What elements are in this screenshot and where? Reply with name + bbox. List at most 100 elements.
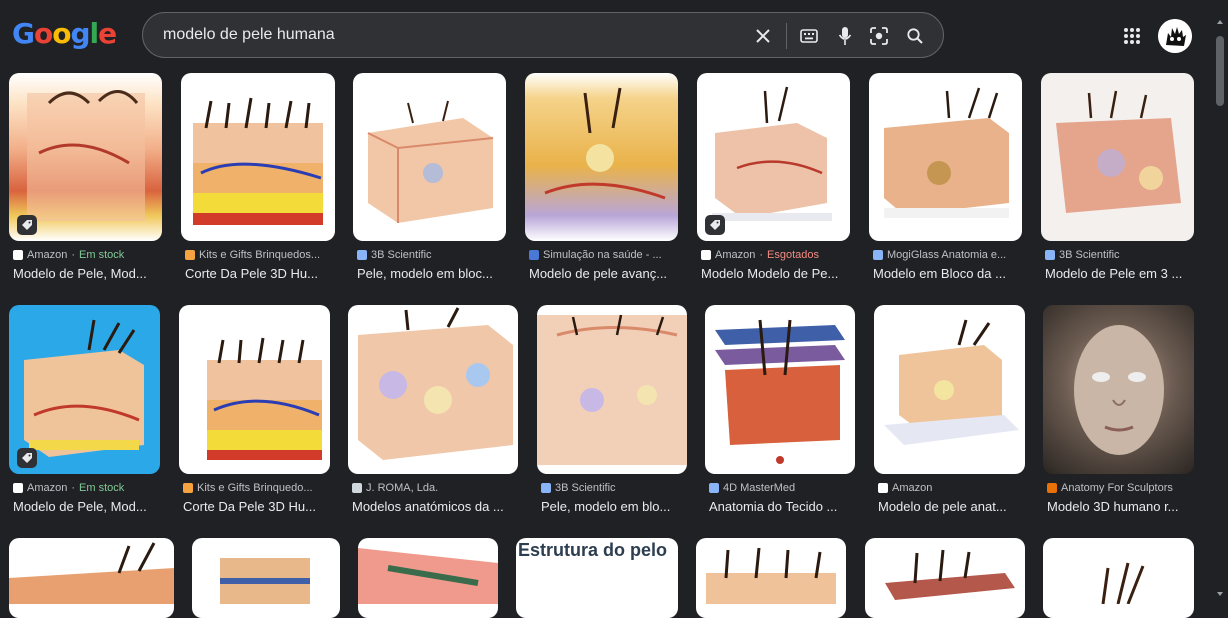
result-source[interactable]: Amazon · Em stock [13,482,163,494]
image-result[interactable]: Amazon · Em stock Modelo de Pele, Mod... [9,73,162,288]
result-thumbnail[interactable] [9,538,174,618]
result-title[interactable]: Modelo de Pele, Mod... [13,499,163,514]
result-thumbnail[interactable] [192,538,340,618]
result-source[interactable]: Simulação na saúde - ... [529,249,679,261]
thumbnail-caption: Estrutura do pelo [518,540,668,560]
result-source[interactable]: J. ROMA, Lda. [352,482,518,494]
image-result[interactable]: 3B Scientific Pele, modelo em blo... [537,305,687,520]
result-thumbnail[interactable] [358,538,498,618]
mastermed-favicon-icon [709,483,719,493]
image-result[interactable] [1043,538,1194,618]
mic-icon[interactable] [833,24,857,48]
result-source[interactable]: Amazon · Esgotados [701,249,851,261]
result-thumbnail[interactable] [869,73,1022,241]
result-thumbnail[interactable] [705,305,855,474]
image-result[interactable]: Kits e Gifts Brinquedos... Corte Da Pele… [181,73,335,288]
result-title[interactable]: Modelo Modelo de Pe... [701,266,851,281]
result-thumbnail[interactable] [181,73,335,241]
result-title[interactable]: Pele, modelo em blo... [541,499,687,514]
image-result[interactable]: 3B Scientific Pele, modelo em bloc... [353,73,506,288]
product-tag-icon [17,448,37,468]
result-thumbnail[interactable]: Estrutura do pelo [516,538,678,618]
scrollbar[interactable] [1212,8,1228,604]
result-title[interactable]: Pele, modelo em bloc... [357,266,507,281]
source-separator: · [71,249,76,261]
image-result[interactable] [192,538,340,618]
image-result[interactable] [865,538,1025,618]
result-thumbnail[interactable] [179,305,330,474]
result-source[interactable]: MogiGlass Anatomia e... [873,249,1023,261]
result-thumbnail[interactable] [1043,538,1194,618]
result-thumbnail[interactable] [537,305,687,474]
image-result[interactable]: 4D MasterMed Anatomia do Tecido ... [705,305,855,520]
result-thumbnail[interactable] [696,538,846,618]
result-thumbnail[interactable] [525,73,678,241]
image-result[interactable]: Amazon Modelo de pele anat... [874,305,1025,520]
result-thumbnail[interactable] [865,538,1025,618]
image-result[interactable]: Anatomy For Sculptors Modelo 3D humano r… [1043,305,1194,520]
image-result[interactable]: Kits e Gifts Brinquedo... Corte Da Pele … [179,305,330,520]
result-title[interactable]: Corte Da Pele 3D Hu... [183,499,333,514]
avatar[interactable] [1158,19,1192,53]
search-divider [786,23,787,49]
amazon-favicon-icon [13,483,23,493]
result-source[interactable]: 4D MasterMed [709,482,855,494]
result-title[interactable]: Anatomia do Tecido ... [709,499,855,514]
3b-scientific-favicon-icon [541,483,551,493]
close-icon[interactable] [751,24,775,48]
lens-icon[interactable] [867,24,891,48]
apps-grid-icon[interactable] [1120,24,1144,48]
result-thumbnail[interactable] [348,305,518,474]
search-input[interactable]: modelo de pele humana [163,26,335,44]
result-thumbnail[interactable] [874,305,1025,474]
source-name: Kits e Gifts Brinquedo... [197,482,313,494]
result-thumbnail[interactable] [1043,305,1194,474]
search-icon[interactable] [903,24,927,48]
result-title[interactable]: Modelo 3D humano r... [1047,499,1197,514]
logo-letter: l [89,17,100,50]
image-result[interactable]: 3B Scientific Modelo de Pele em 3 ... [1041,73,1194,288]
keyboard-icon[interactable] [797,24,821,48]
image-result[interactable]: Amazon · Em stock Modelo de Pele, Mod... [9,305,160,520]
image-result[interactable]: Estrutura do pelo [516,538,678,618]
logo-letter: o [52,17,71,50]
search-box[interactable]: modelo de pele humana [142,12,944,58]
google-logo[interactable]: Google [12,17,117,50]
image-result[interactable]: Simulação na saúde - ... Modelo de pele … [525,73,678,288]
logo-letter: G [12,17,35,50]
result-thumbnail[interactable] [1041,73,1194,241]
result-source[interactable]: 3B Scientific [1045,249,1195,261]
result-title[interactable]: Modelo de pele anat... [878,499,1028,514]
source-name: Amazon [27,482,68,494]
image-result[interactable] [358,538,498,618]
product-tag-icon [17,215,37,235]
result-source[interactable]: Kits e Gifts Brinquedos... [185,249,335,261]
result-title[interactable]: Modelo de Pele, Mod... [13,266,163,281]
source-name: Simulação na saúde - ... [543,249,662,261]
result-title[interactable]: Modelos anatómicos da ... [352,499,518,514]
image-result[interactable] [9,538,174,618]
result-title[interactable]: Modelo de Pele em 3 ... [1045,266,1195,281]
image-result[interactable] [696,538,846,618]
result-thumbnail[interactable] [353,73,506,241]
simulation-favicon-icon [529,250,539,260]
result-source[interactable]: Amazon · Em stock [13,249,163,261]
source-name: 3B Scientific [1059,249,1120,261]
result-source[interactable]: 3B Scientific [541,482,687,494]
amazon-favicon-icon [878,483,888,493]
result-title[interactable]: Modelo em Bloco da ... [873,266,1023,281]
result-source[interactable]: Anatomy For Sculptors [1047,482,1197,494]
source-separator: · [71,482,76,494]
result-source[interactable]: Kits e Gifts Brinquedo... [183,482,333,494]
stock-status: Em stock [79,482,125,494]
result-source[interactable]: 3B Scientific [357,249,507,261]
scroll-down-icon[interactable] [1217,592,1223,596]
scroll-up-icon[interactable] [1217,20,1223,24]
image-result[interactable]: MogiGlass Anatomia e... Modelo em Bloco … [869,73,1022,288]
image-result[interactable]: J. ROMA, Lda. Modelos anatómicos da ... [348,305,518,520]
result-source[interactable]: Amazon [878,482,1028,494]
result-title[interactable]: Modelo de pele avanç... [529,266,679,281]
scrollbar-thumb[interactable] [1216,36,1224,106]
image-result[interactable]: Amazon · Esgotados Modelo Modelo de Pe..… [697,73,850,288]
result-title[interactable]: Corte Da Pele 3D Hu... [185,266,335,281]
